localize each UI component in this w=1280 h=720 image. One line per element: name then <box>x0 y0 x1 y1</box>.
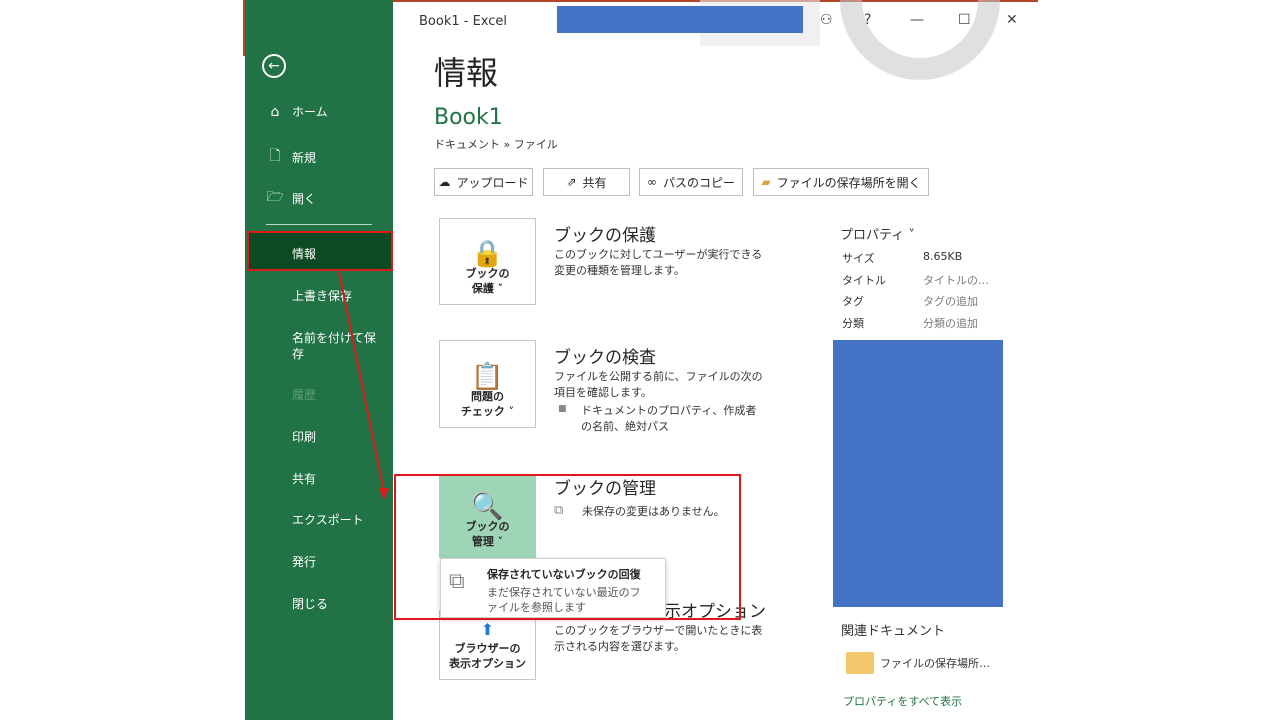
home-icon: ⌂ <box>270 103 280 120</box>
redacted-area <box>557 6 803 33</box>
show-all-properties-link[interactable]: プロパティをすべて表示 <box>843 693 962 709</box>
copy-path-button[interactable]: ∞ パスのコピー <box>639 168 743 196</box>
category-field[interactable]: 分類の追加 <box>923 315 978 331</box>
cloud-upload-icon: ☁ <box>438 175 451 189</box>
browser-view-icon: ⬆ <box>480 620 495 639</box>
sidebar-item-save[interactable]: 上書き保存 <box>292 288 382 304</box>
card-label: 問題の <box>471 390 504 403</box>
property-value: 8.65KB <box>923 250 963 263</box>
link-icon: ∞ <box>646 175 657 189</box>
redacted-properties-area <box>833 340 1003 607</box>
card-label: ブックの <box>465 267 510 280</box>
sidebar-item-export[interactable]: エクスポート <box>292 512 382 528</box>
card-label: 表示オプション <box>449 657 526 670</box>
protect-workbook-button[interactable]: 🔒 ブックの 保護 ˅ <box>439 218 536 305</box>
title-field[interactable]: タイトルの… <box>923 272 989 288</box>
upload-button[interactable]: ☁ アップロード <box>434 168 533 196</box>
page-title: 情報 <box>434 54 499 92</box>
related-documents-header: 関連ドキュメント <box>841 624 946 639</box>
annotation-highlight-manage <box>394 474 741 620</box>
lock-icon: 🔒 <box>471 239 504 269</box>
folder-icon <box>846 652 874 674</box>
breadcrumb: ドキュメント » ファイル <box>434 138 558 151</box>
minimize-icon[interactable]: — <box>910 12 924 28</box>
new-file-icon: 🗋 <box>269 148 281 164</box>
bullet-icon: ■ <box>558 404 567 414</box>
open-location-label: ファイルの保存場所を開く <box>776 175 921 190</box>
share-button[interactable]: ⇗ 共有 <box>543 168 630 196</box>
section-bullet: ドキュメントのプロパティ、作成者の名前、絶対パス <box>581 404 757 433</box>
sidebar-item-close[interactable]: 閉じる <box>292 596 382 612</box>
property-label: サイズ <box>842 252 875 265</box>
share-label: 共有 <box>582 175 607 190</box>
open-file-location-link[interactable]: ファイルの保存場所… <box>880 655 990 671</box>
sidebar-item-history: 履歴 <box>292 388 317 402</box>
section-desc: このブックをブラウザーで開いたときに表示される内容を選びます。 <box>554 624 763 653</box>
property-label: 分類 <box>842 317 864 330</box>
sidebar-item-label: ホーム <box>292 105 328 119</box>
section-title: ブックの検査 <box>554 348 656 368</box>
window-title: Book1 - Excel <box>419 14 508 29</box>
sidebar-item-new[interactable]: 🗋 新規 <box>266 145 316 169</box>
section-desc: このブックに対してユーザーが実行できる変更の種類を管理します。 <box>554 248 763 277</box>
open-file-location-button[interactable]: ▰ ファイルの保存場所を開く <box>753 168 929 196</box>
close-icon[interactable]: ✕ <box>1006 12 1018 28</box>
tags-field[interactable]: タグの追加 <box>923 293 978 309</box>
sidebar-item-print[interactable]: 印刷 <box>292 429 382 445</box>
sidebar-item-label: 開く <box>292 191 317 206</box>
upload-label: アップロード <box>456 175 529 190</box>
inspect-document-icon: 📋 <box>471 362 504 392</box>
maximize-icon[interactable]: ☐ <box>958 12 971 28</box>
help-icon[interactable]: ? <box>864 12 871 28</box>
sidebar-item-open[interactable]: 🗁 開く <box>266 186 316 210</box>
sidebar-divider <box>266 224 372 225</box>
back-arrow-icon[interactable]: ← <box>262 54 286 78</box>
copy-path-label: パスのコピー <box>662 175 735 190</box>
workbook-name: Book1 <box>434 105 503 130</box>
card-label: 保護 ˅ <box>471 282 504 295</box>
share-icon: ⇗ <box>566 175 577 189</box>
sidebar-item-label: 新規 <box>292 150 317 165</box>
check-for-issues-button[interactable]: 📋 問題の チェック ˅ <box>439 340 536 428</box>
property-label: タグ <box>842 295 864 308</box>
sidebar-item-share[interactable]: 共有 <box>292 471 382 487</box>
folder-icon: ▰ <box>761 175 771 189</box>
card-label: ブラウザーの <box>454 642 521 655</box>
sidebar-item-home[interactable]: ⌂ ホーム <box>266 103 328 120</box>
section-desc: ファイルを公開する前に、ファイルの次の項目を確認します。 <box>554 370 763 399</box>
browser-view-options-button[interactable]: ⬆ ブラウザーの 表示オプション <box>439 610 536 680</box>
feedback-icon[interactable]: ⚇ <box>820 12 833 28</box>
annotation-highlight-info <box>247 231 393 271</box>
folder-open-icon: 🗁 <box>266 189 284 205</box>
card-label: チェック ˅ <box>460 405 515 418</box>
section-title: ブックの保護 <box>554 226 656 246</box>
properties-header[interactable]: プロパティ ˅ <box>840 224 915 243</box>
sidebar-item-publish[interactable]: 発行 <box>292 554 382 570</box>
property-label: タイトル <box>842 274 886 287</box>
sidebar-item-save-as[interactable]: 名前を付けて保存 <box>292 330 382 362</box>
